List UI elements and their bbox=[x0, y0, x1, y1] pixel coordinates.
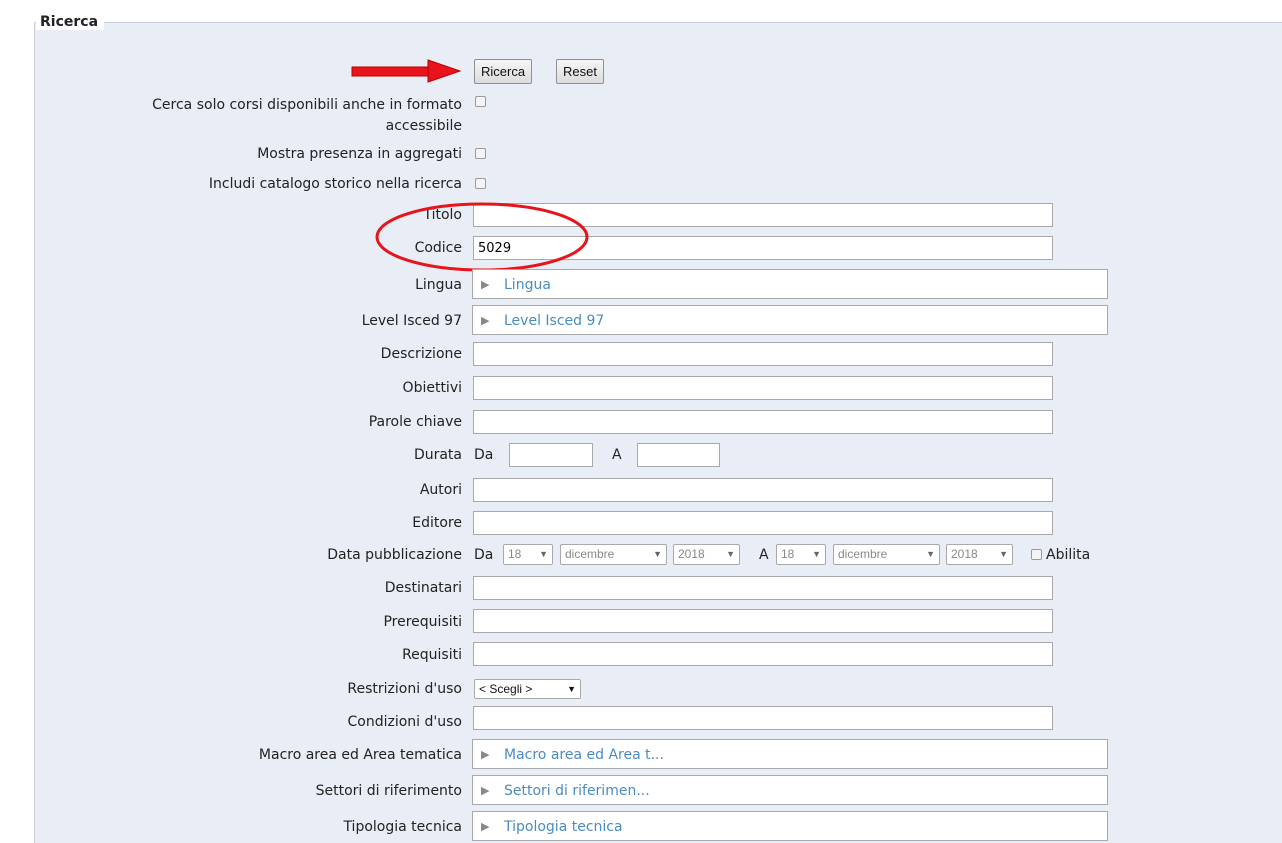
triangle-right-icon: ▶ bbox=[481, 784, 490, 797]
from-month-select[interactable]: dicembre ▼ bbox=[560, 544, 667, 565]
macro-area-selector-text: Macro area ed Area t... bbox=[504, 747, 664, 763]
from-day-value: 18 bbox=[508, 547, 522, 561]
triangle-right-icon: ▶ bbox=[481, 314, 490, 327]
search-button[interactable]: Ricerca bbox=[474, 59, 533, 84]
chevron-down-icon: ▼ bbox=[726, 549, 735, 559]
level-isced-label: Level Isced 97 bbox=[361, 313, 462, 329]
to-month-value: dicembre bbox=[838, 547, 888, 561]
lingua-selector[interactable]: ▶ Lingua bbox=[472, 269, 1108, 299]
requisiti-input[interactable] bbox=[473, 642, 1053, 666]
from-day-select[interactable]: 18 ▼ bbox=[503, 544, 553, 565]
historical-catalog-label: Includi catalogo storico nella ricerca bbox=[208, 176, 462, 192]
durata-label: Durata bbox=[413, 447, 462, 463]
tipologia-label: Tipologia tecnica bbox=[343, 819, 462, 835]
to-year-value: 2018 bbox=[951, 547, 978, 561]
to-year-select[interactable]: 2018 ▼ bbox=[946, 544, 1013, 565]
durata-to-input[interactable] bbox=[637, 443, 720, 467]
destinatari-input[interactable] bbox=[473, 576, 1053, 600]
data-pubblicazione-label: Data pubblicazione bbox=[327, 547, 462, 563]
accessible-format-checkbox[interactable] bbox=[475, 96, 486, 107]
prerequisiti-label: Prerequisiti bbox=[383, 614, 462, 630]
level-isced-selector[interactable]: ▶ Level Isced 97 bbox=[472, 305, 1108, 335]
level-isced-selector-text: Level Isced 97 bbox=[504, 313, 605, 329]
from-year-select[interactable]: 2018 ▼ bbox=[673, 544, 740, 565]
parole-chiave-input[interactable] bbox=[473, 410, 1053, 434]
parole-chiave-label: Parole chiave bbox=[368, 414, 462, 430]
triangle-right-icon: ▶ bbox=[481, 278, 490, 291]
lingua-label: Lingua bbox=[415, 277, 462, 293]
fieldset-legend: Ricerca bbox=[36, 14, 105, 30]
chevron-down-icon: ▼ bbox=[653, 549, 662, 559]
restrizioni-select[interactable]: < Scegli > ▼ bbox=[474, 679, 581, 699]
descrizione-input[interactable] bbox=[473, 342, 1053, 366]
chevron-down-icon: ▼ bbox=[999, 549, 1008, 559]
condizioni-label: Condizioni d'uso bbox=[347, 714, 462, 730]
restrizioni-label: Restrizioni d'uso bbox=[347, 681, 462, 697]
obiettivi-label: Obiettivi bbox=[402, 380, 462, 396]
durata-to-label: A bbox=[612, 447, 622, 463]
to-month-select[interactable]: dicembre ▼ bbox=[833, 544, 940, 565]
macro-area-selector[interactable]: ▶ Macro area ed Area t... bbox=[472, 739, 1108, 769]
to-day-select[interactable]: 18 ▼ bbox=[776, 544, 826, 565]
annotation-ellipse-icon bbox=[375, 202, 589, 272]
chevron-down-icon: ▼ bbox=[812, 549, 821, 559]
autori-label: Autori bbox=[419, 482, 462, 498]
triangle-right-icon: ▶ bbox=[481, 820, 490, 833]
enable-date-checkbox[interactable] bbox=[1031, 549, 1042, 560]
data-to-label: A bbox=[759, 547, 769, 563]
to-day-value: 18 bbox=[781, 547, 795, 561]
historical-catalog-checkbox[interactable] bbox=[475, 178, 486, 189]
chevron-down-icon: ▼ bbox=[926, 549, 935, 559]
aggregates-label: Mostra presenza in aggregati bbox=[257, 146, 462, 162]
triangle-right-icon: ▶ bbox=[481, 748, 490, 761]
macro-area-label: Macro area ed Area tematica bbox=[258, 747, 462, 763]
obiettivi-input[interactable] bbox=[473, 376, 1053, 400]
autori-input[interactable] bbox=[473, 478, 1053, 502]
tipologia-selector-text: Tipologia tecnica bbox=[504, 819, 623, 835]
descrizione-label: Descrizione bbox=[380, 346, 462, 362]
settori-selector[interactable]: ▶ Settori di riferimen... bbox=[472, 775, 1108, 805]
data-from-label: Da bbox=[474, 547, 494, 563]
enable-date-label: Abilita bbox=[1046, 547, 1091, 563]
accessible-format-label: Cerca solo corsi disponibili anche in fo… bbox=[152, 97, 462, 134]
restrizioni-value: < Scegli > bbox=[479, 682, 533, 696]
condizioni-input[interactable] bbox=[473, 706, 1053, 730]
editore-label: Editore bbox=[412, 515, 462, 531]
annotation-arrow-icon bbox=[351, 59, 462, 83]
from-year-value: 2018 bbox=[678, 547, 705, 561]
requisiti-label: Requisiti bbox=[402, 647, 462, 663]
destinatari-label: Destinatari bbox=[384, 580, 462, 596]
tipologia-selector[interactable]: ▶ Tipologia tecnica bbox=[472, 811, 1108, 841]
lingua-selector-text: Lingua bbox=[504, 277, 551, 293]
aggregates-checkbox[interactable] bbox=[475, 148, 486, 159]
reset-button[interactable]: Reset bbox=[556, 59, 604, 84]
editore-input[interactable] bbox=[473, 511, 1053, 535]
chevron-down-icon: ▼ bbox=[567, 684, 576, 694]
from-month-value: dicembre bbox=[565, 547, 615, 561]
settori-label: Settori di riferimento bbox=[315, 783, 462, 799]
chevron-down-icon: ▼ bbox=[539, 549, 548, 559]
settori-selector-text: Settori di riferimen... bbox=[504, 783, 650, 799]
durata-from-input[interactable] bbox=[509, 443, 593, 467]
durata-from-label: Da bbox=[474, 447, 494, 463]
prerequisiti-input[interactable] bbox=[473, 609, 1053, 633]
